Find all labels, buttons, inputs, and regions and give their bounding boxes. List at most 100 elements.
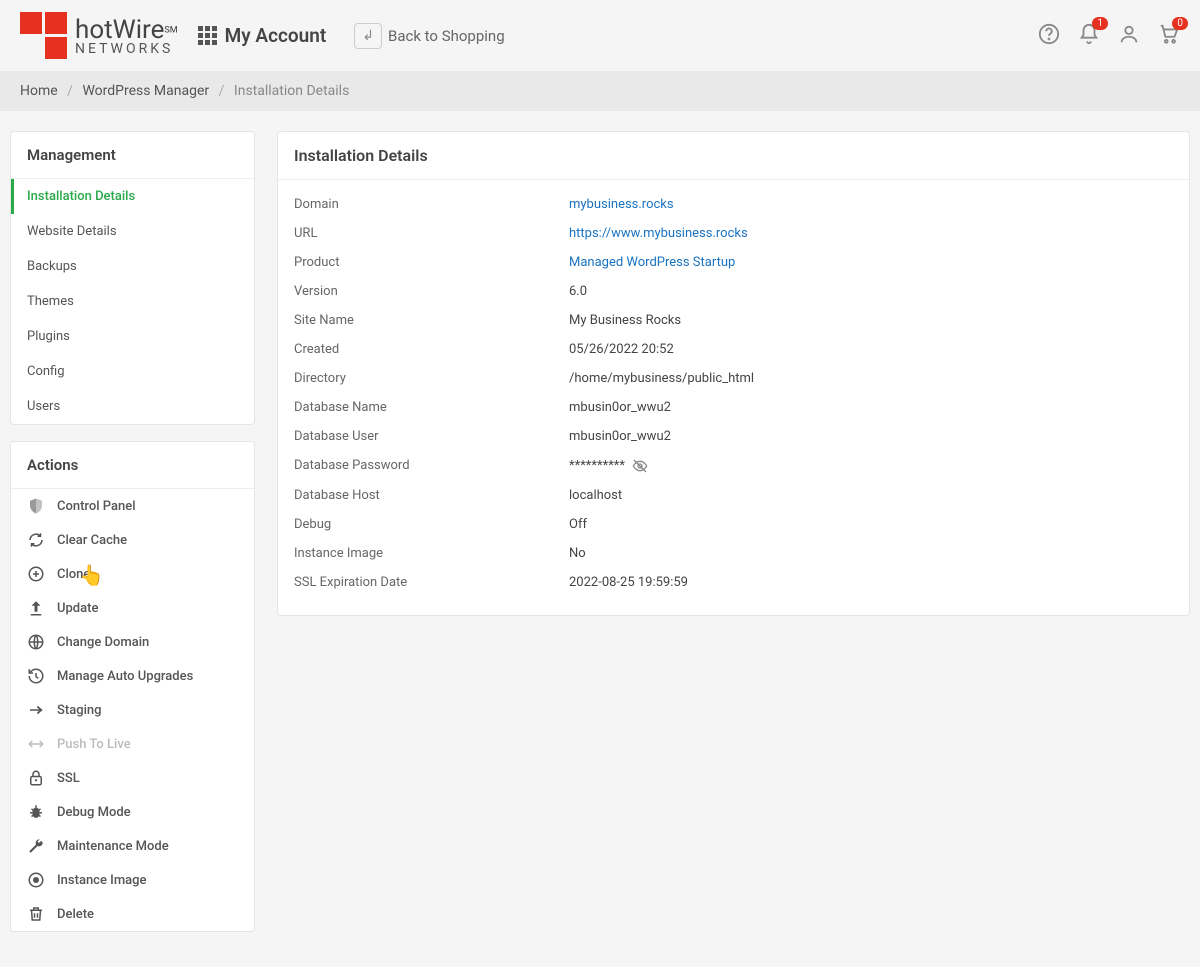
details-title: Installation Details (278, 132, 1189, 180)
detail-label: SSL Expiration Date (294, 575, 569, 590)
nav-item-backups[interactable]: Backups (11, 249, 254, 284)
detail-label: Created (294, 342, 569, 357)
cart-badge: 0 (1172, 17, 1188, 30)
action-label: Staging (57, 703, 102, 718)
detail-value: 05/26/2022 20:52 (569, 342, 674, 357)
detail-row: Database Namembusin0or_wwu2 (278, 393, 1189, 422)
action-label: Delete (57, 907, 94, 922)
detail-value: Off (569, 517, 587, 532)
detail-value: No (569, 546, 586, 561)
breadcrumb: Home / WordPress Manager / Installation … (0, 71, 1200, 111)
refresh-icon (27, 531, 45, 549)
eye-off-icon[interactable] (632, 458, 648, 474)
action-instance-image[interactable]: Instance Image (11, 863, 254, 897)
back-icon: ↲ (354, 23, 382, 49)
action-clone[interactable]: Clone👆 (11, 557, 254, 591)
action-change-domain[interactable]: Change Domain (11, 625, 254, 659)
detail-row: Version6.0 (278, 277, 1189, 306)
action-manage-auto-upgrades[interactable]: Manage Auto Upgrades (11, 659, 254, 693)
action-label: Debug Mode (57, 805, 131, 820)
detail-value: 2022-08-25 19:59:59 (569, 575, 688, 590)
cart-button[interactable]: 0 (1158, 23, 1180, 49)
arrow-right-icon (27, 701, 45, 719)
detail-row: DebugOff (278, 510, 1189, 539)
action-delete[interactable]: Delete (11, 897, 254, 931)
action-label: Clear Cache (57, 533, 127, 548)
action-debug-mode[interactable]: Debug Mode (11, 795, 254, 829)
notifications-button[interactable]: 1 (1078, 23, 1100, 49)
shield-icon (27, 497, 45, 515)
breadcrumb-home[interactable]: Home (20, 83, 58, 99)
detail-row: Site NameMy Business Rocks (278, 306, 1189, 335)
clone-icon (27, 565, 45, 583)
brand-logo[interactable]: hotWireSM NETWORKS (20, 12, 178, 59)
detail-row: Database Hostlocalhost (278, 481, 1189, 510)
management-card: Management Installation DetailsWebsite D… (10, 131, 255, 425)
push-icon (27, 735, 45, 753)
globe-icon (27, 633, 45, 651)
detail-row: Created05/26/2022 20:52 (278, 335, 1189, 364)
action-label: SSL (57, 771, 80, 786)
action-maintenance-mode[interactable]: Maintenance Mode (11, 829, 254, 863)
detail-row: SSL Expiration Date2022-08-25 19:59:59 (278, 568, 1189, 597)
wrench-icon (27, 837, 45, 855)
nav-item-installation-details[interactable]: Installation Details (11, 179, 254, 214)
help-button[interactable] (1038, 23, 1060, 49)
actions-title: Actions (11, 442, 254, 489)
action-control-panel[interactable]: Control Panel (11, 489, 254, 523)
action-update[interactable]: Update (11, 591, 254, 625)
detail-value: mbusin0or_wwu2 (569, 400, 671, 415)
action-clear-cache[interactable]: Clear Cache (11, 523, 254, 557)
detail-label: URL (294, 226, 569, 241)
notification-badge: 1 (1092, 17, 1108, 30)
nav-item-users[interactable]: Users (11, 389, 254, 424)
back-to-shopping[interactable]: ↲ Back to Shopping (346, 23, 504, 49)
upload-icon (27, 599, 45, 617)
help-icon (1038, 23, 1060, 45)
detail-label: Debug (294, 517, 569, 532)
nav-item-config[interactable]: Config (11, 354, 254, 389)
my-account-link[interactable]: My Account (198, 24, 327, 47)
back-label: Back to Shopping (388, 27, 505, 45)
brand-sub: NETWORKS (75, 41, 178, 57)
detail-label: Version (294, 284, 569, 299)
action-push-to-live: Push To Live (11, 727, 254, 761)
brand-sm: SM (164, 25, 177, 35)
user-icon (1118, 23, 1140, 45)
my-account-label: My Account (225, 24, 327, 47)
lock-icon (27, 769, 45, 787)
action-staging[interactable]: Staging (11, 693, 254, 727)
image-icon (27, 871, 45, 889)
detail-row: Database Password********** (278, 451, 1189, 481)
action-label: Push To Live (57, 737, 131, 752)
trash-icon (27, 905, 45, 923)
action-ssl[interactable]: SSL (11, 761, 254, 795)
detail-label: Database User (294, 429, 569, 444)
action-label: Manage Auto Upgrades (57, 669, 193, 684)
detail-row: Domainmybusiness.rocks (278, 190, 1189, 219)
detail-label: Database Name (294, 400, 569, 415)
action-label: Instance Image (57, 873, 147, 888)
logo-squares-icon (20, 12, 67, 59)
nav-item-themes[interactable]: Themes (11, 284, 254, 319)
nav-item-plugins[interactable]: Plugins (11, 319, 254, 354)
detail-label: Instance Image (294, 546, 569, 561)
detail-row: Instance ImageNo (278, 539, 1189, 568)
nav-item-website-details[interactable]: Website Details (11, 214, 254, 249)
detail-value[interactable]: Managed WordPress Startup (569, 255, 735, 270)
detail-row: Database Usermbusin0or_wwu2 (278, 422, 1189, 451)
detail-label: Site Name (294, 313, 569, 328)
bug-icon (27, 803, 45, 821)
breadcrumb-current: Installation Details (234, 83, 349, 99)
breadcrumb-section[interactable]: WordPress Manager (82, 83, 209, 99)
detail-value[interactable]: https://www.mybusiness.rocks (569, 226, 748, 241)
detail-row: Directory/home/mybusiness/public_html (278, 364, 1189, 393)
actions-card: Actions Control Panel Clear Cache Clone👆Up… (10, 441, 255, 932)
header: hotWireSM NETWORKS My Account ↲ Back to … (0, 0, 1200, 71)
cursor-hand-icon: 👆 (79, 563, 104, 587)
detail-value: My Business Rocks (569, 313, 681, 328)
user-button[interactable] (1118, 23, 1140, 49)
detail-value[interactable]: mybusiness.rocks (569, 197, 674, 212)
detail-label: Product (294, 255, 569, 270)
grid-icon (198, 26, 217, 45)
